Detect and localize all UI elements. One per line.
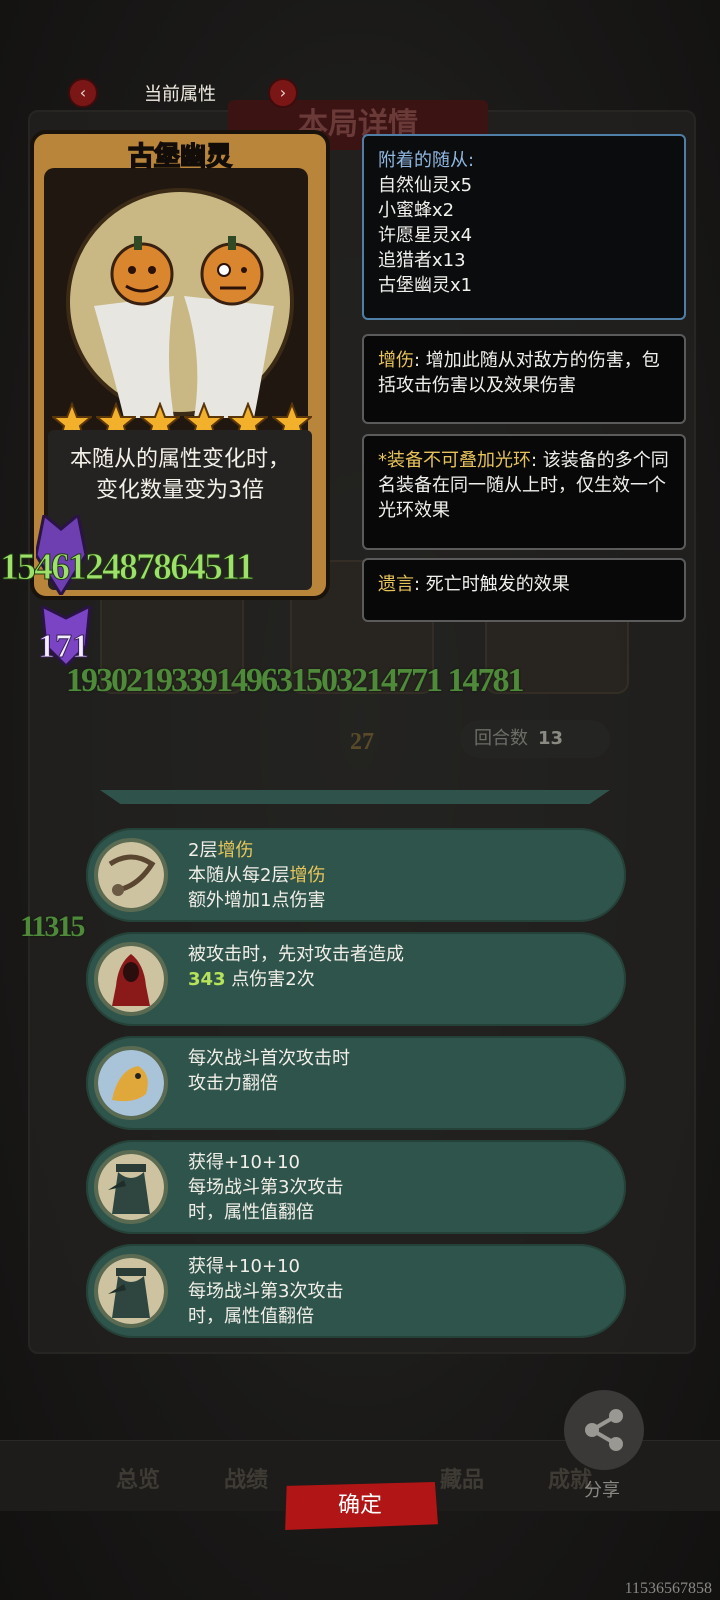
buff-keyword: 增伤 bbox=[217, 840, 254, 861]
buff-text: 2层增伤 本随从每2层增伤 额外增加1点伤害 bbox=[188, 838, 325, 913]
keyword: 遗言 bbox=[378, 574, 414, 595]
attached-item: 自然仙灵x5 bbox=[378, 175, 473, 196]
tab-collection[interactable]: 藏品 bbox=[440, 1462, 484, 1494]
attached-item: 小蜜蜂x2 bbox=[378, 200, 455, 221]
buff-text: 获得+10+10 每场战斗第3次攻击 时，属性值翻倍 bbox=[188, 1150, 343, 1225]
round-label: 回合数 bbox=[474, 728, 528, 749]
deathrattle-panel: 遗言: 死亡时触发的效果 bbox=[362, 558, 686, 622]
ghost-portrait-icon bbox=[66, 188, 294, 418]
chevron-right-icon[interactable]: › bbox=[268, 78, 298, 108]
buff-line: 攻击力翻倍 bbox=[188, 1073, 278, 1094]
attached-title: 附着的随从: bbox=[378, 150, 475, 171]
buff-line: 每次战斗首次攻击时 bbox=[188, 1048, 350, 1069]
share-label: 分享 bbox=[584, 1480, 620, 1501]
buff-item[interactable]: 2层增伤 本随从每2层增伤 额外增加1点伤害 bbox=[86, 828, 626, 922]
damage-boost-panel: 增伤: 增加此随从对敌方的伤害，包括攻击伤害以及效果伤害 bbox=[362, 334, 686, 424]
chevron-left-icon[interactable]: ‹ bbox=[68, 78, 98, 108]
buff-line: 获得+10+10 bbox=[188, 1152, 300, 1173]
tab-overview[interactable]: 总览 bbox=[116, 1462, 160, 1494]
buff-line: 每场战斗第3次攻击 bbox=[188, 1177, 344, 1198]
round-value: 13 bbox=[538, 728, 564, 749]
attached-item: 追猎者x13 bbox=[378, 250, 466, 271]
buff-line: 2层 bbox=[188, 840, 218, 861]
red-cloak-icon bbox=[94, 942, 168, 1016]
damage-value: 343 bbox=[188, 969, 226, 990]
keyword: *装备不可叠加光环 bbox=[378, 450, 531, 471]
tab-record[interactable]: 战绩 bbox=[224, 1462, 268, 1494]
keyword: 增伤 bbox=[378, 350, 414, 371]
buff-line: 每场战斗第3次攻击 bbox=[188, 1281, 344, 1302]
confirm-button[interactable]: 确定 bbox=[285, 1482, 438, 1530]
buff-line: 被攻击时，先对攻击者造成 bbox=[188, 944, 404, 965]
buff-text: 被攻击时，先对攻击者造成 343 点伤害2次 bbox=[188, 942, 404, 992]
rope-icon bbox=[94, 838, 168, 912]
health-value: 171 bbox=[38, 628, 90, 666]
attached-item: 许愿星灵x4 bbox=[378, 225, 473, 246]
share-icon bbox=[585, 1409, 623, 1451]
attached-item: 古堡幽灵x1 bbox=[378, 275, 473, 296]
buff-line: 额外增加1点伤害 bbox=[188, 890, 326, 911]
level-arrow: 27 bbox=[336, 712, 388, 764]
dragon-icon bbox=[94, 1046, 168, 1120]
buff-line: 本随从每2层 bbox=[188, 865, 290, 886]
buff-item[interactable]: 获得+10+10 每场战斗第3次攻击 时，属性值翻倍 bbox=[86, 1244, 626, 1338]
damage-number: 154612487864511 bbox=[0, 546, 255, 589]
buff-item[interactable]: 每次战斗首次攻击时 攻击力翻倍 bbox=[86, 1036, 626, 1130]
unit-stat-numbers: 1930219339149631503214771 14781 bbox=[66, 662, 524, 699]
card-description: 本随从的属性变化时，变化数量变为3倍 bbox=[69, 447, 290, 503]
buff-item[interactable]: 被攻击时，先对攻击者造成 343 点伤害2次 bbox=[86, 932, 626, 1026]
share-button[interactable] bbox=[564, 1390, 644, 1470]
keyword-description: : 死亡时触发的效果 bbox=[414, 574, 570, 595]
page-title: 当前属性 bbox=[144, 84, 216, 105]
keyword-description: : 增加此随从对敌方的伤害，包括攻击伤害以及效果伤害 bbox=[378, 350, 660, 396]
buff-text: 每次战斗首次攻击时 攻击力翻倍 bbox=[188, 1046, 350, 1096]
card-name: 古堡幽灵 bbox=[127, 141, 233, 173]
buff-line: 时，属性值翻倍 bbox=[188, 1202, 314, 1223]
buff-line: 时，属性值翻倍 bbox=[188, 1306, 314, 1327]
buff-list-header bbox=[100, 790, 610, 804]
round-counter: 回合数 13 bbox=[460, 720, 610, 758]
buff-text: 获得+10+10 每场战斗第3次攻击 时，属性值翻倍 bbox=[188, 1254, 343, 1329]
aura-panel: *装备不可叠加光环: 该装备的多个同名装备在同一随从上时，仅生效一个光环效果 bbox=[362, 434, 686, 550]
plague-doctor-icon bbox=[94, 1254, 168, 1328]
player-id: 11536567858 bbox=[624, 1580, 712, 1597]
buff-line: 点伤害2次 bbox=[225, 969, 315, 990]
unit-stat-number: 11315 bbox=[20, 910, 85, 943]
buff-item[interactable]: 获得+10+10 每场战斗第3次攻击 时，属性值翻倍 bbox=[86, 1140, 626, 1234]
buff-line: 获得+10+10 bbox=[188, 1256, 300, 1277]
buff-keyword: 增伤 bbox=[289, 865, 326, 886]
attached-units-panel: 附着的随从: 自然仙灵x5 小蜜蜂x2 许愿星灵x4 追猎者x13 古堡幽灵x1 bbox=[362, 134, 686, 320]
plague-doctor-icon bbox=[94, 1150, 168, 1224]
